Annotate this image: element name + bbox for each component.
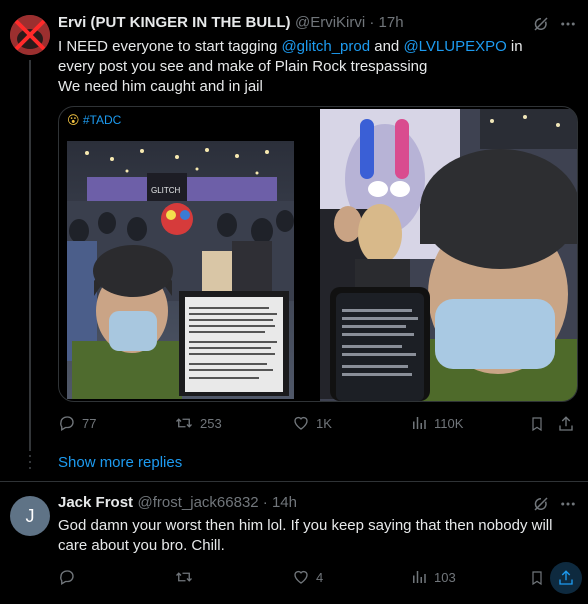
reply-button[interactable] xyxy=(58,568,82,586)
share-button[interactable] xyxy=(556,414,576,434)
avatar-jack[interactable]: J xyxy=(10,496,50,536)
repost-button[interactable]: 253 xyxy=(174,414,222,432)
bookmark-button[interactable] xyxy=(527,568,547,588)
bookmark-button[interactable] xyxy=(527,414,547,434)
show-more-replies[interactable]: Show more replies xyxy=(58,454,182,471)
share-icon xyxy=(557,415,575,433)
views-count: 103 xyxy=(434,569,456,585)
like-icon xyxy=(292,568,310,586)
media-photo-left[interactable]: GLITCH xyxy=(67,141,294,399)
reply-button[interactable]: 77 xyxy=(58,414,96,432)
mention-glitch-prod[interactable]: @glitch_prod xyxy=(281,38,370,55)
tweet-header: Jack Frost @frost_jack66832 · 14h xyxy=(58,494,297,512)
text-segment: I NEED everyone to start tagging xyxy=(58,38,282,55)
bookmark-icon xyxy=(529,415,545,433)
media-container[interactable]: 😮 #TADC GLITCH xyxy=(58,106,578,402)
text-segment: and xyxy=(370,38,404,55)
glitch-sign: GLITCH xyxy=(151,186,181,195)
reply-count: 77 xyxy=(82,415,97,431)
thread-dots xyxy=(29,449,31,473)
views-button[interactable]: 110K xyxy=(410,414,463,432)
like-count: 1K xyxy=(316,415,332,431)
mention-lvlupexpo[interactable]: @LVLUPEXPO xyxy=(403,38,506,55)
hashtag-tadc: #TADC xyxy=(82,113,122,127)
like-button[interactable]: 1K xyxy=(292,414,332,432)
views-icon xyxy=(410,568,428,586)
avatar-letter: J xyxy=(25,505,35,526)
like-count: 4 xyxy=(316,569,324,585)
media-tag[interactable]: 😮 #TADC xyxy=(67,113,121,127)
text-line-2: We need him caught and in jail xyxy=(58,78,263,95)
tweet-text: I NEED everyone to start tagging @glitch… xyxy=(58,37,558,97)
handle-time[interactable]: @ErviKirvi · 17h xyxy=(295,14,404,31)
tweet-2[interactable]: J Jack Frost @frost_jack66832 · 14h God … xyxy=(0,482,588,604)
views-icon xyxy=(410,414,428,432)
repost-icon xyxy=(174,414,194,432)
tweet-1[interactable]: Ervi (PUT KINGER IN THE BULL) @ErviKirvi… xyxy=(0,0,588,450)
thread-line xyxy=(29,60,31,450)
tweet-header: Ervi (PUT KINGER IN THE BULL) @ErviKirvi… xyxy=(58,14,404,32)
views-button[interactable]: 103 xyxy=(410,568,456,586)
reply-icon xyxy=(58,568,76,586)
share-icon xyxy=(557,569,575,587)
repost-icon xyxy=(174,568,194,586)
avatar-ervi[interactable] xyxy=(10,15,50,55)
more-icon[interactable] xyxy=(558,494,578,514)
surprised-emoji-icon: 😮 xyxy=(67,113,80,127)
tweet-text: God damn your worst then him lol. If you… xyxy=(58,517,553,554)
grok-icon[interactable] xyxy=(531,494,551,514)
bookmark-icon xyxy=(529,569,545,587)
share-button[interactable] xyxy=(550,562,582,594)
display-name[interactable]: Jack Frost xyxy=(58,494,133,511)
views-count: 110K xyxy=(434,415,464,431)
repost-count: 253 xyxy=(200,415,222,431)
grok-icon[interactable] xyxy=(531,14,551,34)
like-button[interactable]: 4 xyxy=(292,568,323,586)
more-icon[interactable] xyxy=(558,14,578,34)
reply-icon xyxy=(58,414,76,432)
repost-button[interactable] xyxy=(174,568,200,586)
handle-time[interactable]: @frost_jack66832 · 14h xyxy=(138,494,298,511)
display-name[interactable]: Ervi (PUT KINGER IN THE BULL) xyxy=(58,14,291,31)
media-photo-right[interactable] xyxy=(320,109,577,401)
like-icon xyxy=(292,414,310,432)
